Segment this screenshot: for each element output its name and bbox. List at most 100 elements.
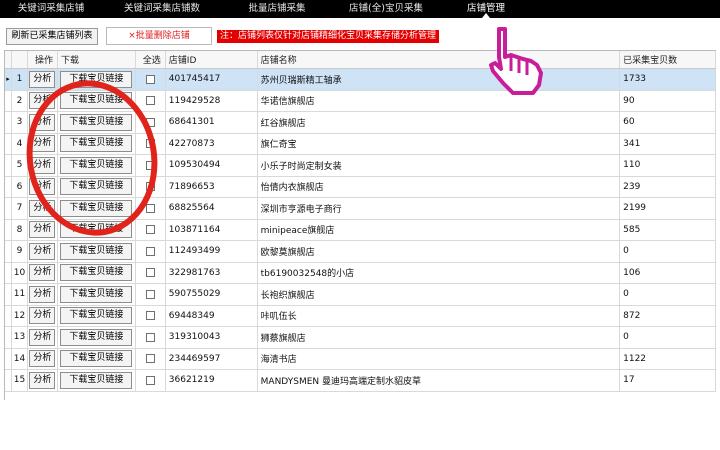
table-row[interactable]: 2 分析 下载宝贝链接 119429528 华诺信旗舰店 90 <box>5 90 716 112</box>
download-item-links-button[interactable]: 下载宝贝链接 <box>60 178 133 196</box>
table-row[interactable]: 5 分析 下载宝贝链接 109530494 小乐子时尚定制女装 110 <box>5 155 716 177</box>
operation-cell: 分析 <box>28 262 58 283</box>
header-shop-id[interactable]: 店铺ID <box>166 51 258 68</box>
operation-cell: 分析 <box>28 133 58 154</box>
row-checkbox[interactable] <box>145 268 155 278</box>
table-row[interactable]: 12 分析 下载宝贝链接 69448349 咔叽伍长 872 <box>5 305 716 327</box>
analyze-button[interactable]: 分析 <box>29 113 56 131</box>
table-row[interactable]: 14 分析 下载宝贝链接 234469597 海清书店 1122 <box>5 348 716 370</box>
download-item-links-button[interactable]: 下载宝贝链接 <box>60 242 133 260</box>
download-item-links-button[interactable]: 下载宝贝链接 <box>60 221 133 239</box>
download-item-links-button[interactable]: 下载宝贝链接 <box>60 264 133 282</box>
select-all-header[interactable]: 全选 <box>136 51 166 68</box>
table-row[interactable]: 11 分析 下载宝贝链接 590755029 长袍织旗舰店 0 <box>5 284 716 306</box>
download-item-links-button[interactable]: 下载宝贝链接 <box>60 307 133 325</box>
top-tab-bar: 关键词采集店铺 关键词采集店铺数 批量店铺采集 店铺(全)宝贝采集 店铺管理 <box>0 0 720 18</box>
header-operation: 操作 <box>28 51 58 68</box>
operation-cell: 分析 <box>28 327 58 348</box>
header-collected-count[interactable]: 已采集宝贝数 <box>620 51 717 68</box>
analyze-button[interactable]: 分析 <box>29 242 56 260</box>
row-checkbox[interactable] <box>145 332 155 342</box>
table-row[interactable]: 6 分析 下载宝贝链接 71896653 怡倩内衣旗舰店 239 <box>5 176 716 198</box>
row-number: 7 <box>12 198 28 219</box>
tab-keyword-shop-count[interactable]: 关键词采集店铺数 <box>102 0 222 18</box>
row-checkbox[interactable] <box>145 311 155 321</box>
download-item-links-button[interactable]: 下载宝贝链接 <box>60 156 133 174</box>
notice-banner: 注：店铺列表仅针对店铺精细化宝贝采集存储分析管理 <box>217 30 440 43</box>
table-row[interactable]: 3 分析 下载宝贝链接 68641301 红谷旗舰店 60 <box>5 112 716 134</box>
collected-count-cell: 110 <box>620 155 716 176</box>
row-number: 10 <box>12 262 28 283</box>
table-row[interactable]: 10 分析 下载宝贝链接 322981763 tb6190032548的小店 106 <box>5 262 716 284</box>
row-indicator <box>5 327 12 348</box>
table-row[interactable]: 7 分析 下载宝贝链接 68825564 深圳市亨源电子商行 2199 <box>5 198 716 220</box>
row-checkbox[interactable] <box>145 225 155 235</box>
download-cell: 下载宝贝链接 <box>58 284 136 305</box>
row-checkbox[interactable] <box>145 96 155 106</box>
download-item-links-button[interactable]: 下载宝贝链接 <box>60 328 133 346</box>
row-checkbox[interactable] <box>145 74 155 84</box>
download-item-links-button[interactable]: 下载宝贝链接 <box>60 350 133 368</box>
table-row[interactable]: 4 分析 下载宝贝链接 42270873 旗仁奇宝 341 <box>5 133 716 155</box>
tab-shop-items-collect[interactable]: 店铺(全)宝贝采集 <box>332 0 440 18</box>
tab-shop-management[interactable]: 店铺管理 <box>440 0 532 18</box>
row-checkbox[interactable] <box>145 246 155 256</box>
table-row[interactable]: 9 分析 下载宝贝链接 112493499 欧黎莫旗舰店 0 <box>5 241 716 263</box>
download-item-links-button[interactable]: 下载宝贝链接 <box>60 285 133 303</box>
tab-batch-shop-collect[interactable]: 批量店铺采集 <box>222 0 332 18</box>
download-item-links-button[interactable]: 下载宝贝链接 <box>60 371 133 389</box>
download-cell: 下载宝贝链接 <box>58 112 136 133</box>
batch-delete-shops-button[interactable]: ×批量删除店铺 <box>106 27 212 45</box>
download-item-links-button[interactable]: 下载宝贝链接 <box>60 113 133 131</box>
download-item-links-button[interactable]: 下载宝贝链接 <box>60 135 133 153</box>
select-cell <box>136 305 166 326</box>
row-checkbox[interactable] <box>145 354 155 364</box>
analyze-button[interactable]: 分析 <box>29 156 56 174</box>
row-checkbox[interactable] <box>145 160 155 170</box>
analyze-button[interactable]: 分析 <box>29 264 56 282</box>
row-checkbox[interactable] <box>145 289 155 299</box>
download-item-links-button[interactable]: 下载宝贝链接 <box>60 199 133 217</box>
refresh-shop-list-button[interactable]: 刷新已采集店铺列表 <box>6 28 98 45</box>
download-item-links-button[interactable]: 下载宝贝链接 <box>60 70 133 88</box>
collected-count-cell: 2199 <box>620 198 716 219</box>
row-checkbox[interactable] <box>145 182 155 192</box>
analyze-button[interactable]: 分析 <box>29 350 56 368</box>
row-checkbox[interactable] <box>145 375 155 385</box>
collected-count-cell: 239 <box>620 176 716 197</box>
row-indicator <box>5 176 12 197</box>
header-row-number-cell <box>12 51 28 68</box>
shop-id-cell: 119429528 <box>166 90 258 111</box>
analyze-button[interactable]: 分析 <box>29 307 56 325</box>
tab-keyword-shop-collect[interactable]: 关键词采集店铺 <box>0 0 102 18</box>
analyze-button[interactable]: 分析 <box>29 328 56 346</box>
analyze-button[interactable]: 分析 <box>29 178 56 196</box>
header-shop-name[interactable]: 店铺名称 <box>258 51 621 68</box>
table-row[interactable]: ▸ 1 分析 下载宝贝链接 401745417 苏州贝瑞斯精工轴承 1733 <box>5 69 716 91</box>
download-cell: 下载宝贝链接 <box>58 219 136 240</box>
analyze-button[interactable]: 分析 <box>29 221 56 239</box>
analyze-button[interactable]: 分析 <box>29 285 56 303</box>
row-checkbox[interactable] <box>145 203 155 213</box>
collected-count-cell: 90 <box>620 90 716 111</box>
analyze-button[interactable]: 分析 <box>29 135 56 153</box>
shop-id-cell: 42270873 <box>166 133 258 154</box>
row-checkbox[interactable] <box>145 139 155 149</box>
operation-cell: 分析 <box>28 69 58 90</box>
analyze-button[interactable]: 分析 <box>29 92 56 110</box>
table-row[interactable]: 15 分析 下载宝贝链接 36621219 MANDYSMEN 曼迪玛高端定制水貂皮草 1… <box>5 370 716 392</box>
analyze-button[interactable]: 分析 <box>29 70 56 88</box>
row-number: 6 <box>12 176 28 197</box>
shop-name-cell: 旗仁奇宝 <box>258 133 621 154</box>
download-item-links-button[interactable]: 下载宝贝链接 <box>60 92 133 110</box>
analyze-button[interactable]: 分析 <box>29 199 56 217</box>
download-cell: 下载宝贝链接 <box>58 370 136 391</box>
operation-cell: 分析 <box>28 90 58 111</box>
shop-name-cell: 海清书店 <box>258 348 621 369</box>
analyze-button[interactable]: 分析 <box>29 371 56 389</box>
table-row[interactable]: 13 分析 下载宝贝链接 319310043 狮蔡旗舰店 0 <box>5 327 716 349</box>
row-checkbox[interactable] <box>145 117 155 127</box>
operation-cell: 分析 <box>28 305 58 326</box>
table-row[interactable]: 8 分析 下载宝贝链接 103871164 minipeace旗舰店 585 <box>5 219 716 241</box>
shop-name-cell: tb6190032548的小店 <box>258 262 621 283</box>
